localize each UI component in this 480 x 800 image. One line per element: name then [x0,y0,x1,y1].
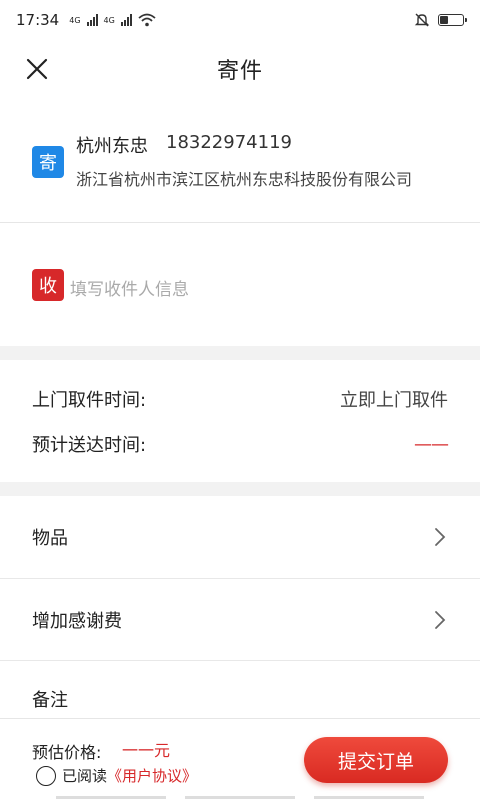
close-icon[interactable] [24,56,50,82]
price-label: 预估价格: [32,743,102,762]
pickup-section: 上门取件时间: 立即上门取件 预计送达时间: —— [0,360,480,482]
receiver-input[interactable]: 收 填写收件人信息 [0,269,480,303]
eta-row: 预计送达时间: —— [32,429,449,459]
signal-icon-2 [120,14,132,26]
sender-tag: 寄 [32,146,64,178]
eta-value: —— [414,433,449,455]
chevron-right-icon [435,611,446,629]
options-list: 物品 增加感谢费 备注 [0,496,480,718]
agreement-link[interactable]: 《用户协议》 [107,765,197,786]
agreement-row: 已阅读 《用户协议》 [36,765,197,786]
submit-order-button[interactable]: 提交订单 [304,737,448,783]
signal-icon [86,14,98,26]
pickup-time-row[interactable]: 上门取件时间: 立即上门取件 [32,384,448,414]
tip-label: 增加感谢费 [32,611,122,632]
chevron-right-icon [435,528,446,546]
list-item-tip[interactable]: 增加感谢费 [0,579,480,661]
receiver-placeholder: 填写收件人信息 [70,280,189,300]
bottom-bar: 预估价格: 一一元 已阅读 《用户协议》 提交订单 [0,718,480,800]
goods-label: 物品 [32,528,68,549]
network-type-1: 4G [69,15,81,25]
pickup-time-label: 上门取件时间: [32,390,147,411]
divider [0,222,480,223]
list-item-goods[interactable]: 物品 [0,496,480,578]
address-card: 寄 杭州东忠 18322974119 浙江省杭州市滨江区杭州东忠科技股份有限公司… [0,98,480,346]
pickup-time-value: 立即上门取件 [340,390,448,411]
nav-bar [56,796,424,800]
read-label: 已阅读 [62,767,108,785]
sender-address: 浙江省杭州市滨江区杭州东忠科技股份有限公司 [76,170,413,189]
divider [0,660,480,661]
page-title: 寄件 [216,59,263,84]
status-bar: 17:34 4G 4G [0,0,480,40]
network-type-2: 4G [103,15,115,25]
status-right [414,12,467,28]
remark-label[interactable]: 备注 [32,686,68,712]
battery-icon [438,14,467,26]
wifi-icon [138,13,156,27]
agree-radio[interactable] [36,765,56,786]
mute-bell-icon [414,13,430,27]
receiver-tag: 收 [32,269,64,301]
status-left: 17:34 4G 4G [16,11,156,29]
header: 寄件 [0,40,480,98]
sender-phone: 18322974119 [166,132,292,153]
price-value: 一一元 [122,741,171,760]
eta-label: 预计送达时间: [32,435,147,456]
sender-name: 杭州东忠 [76,136,148,157]
sender-info[interactable]: 寄 杭州东忠 18322974119 浙江省杭州市滨江区杭州东忠科技股份有限公司 [0,128,480,198]
status-time: 17:34 [16,11,60,29]
